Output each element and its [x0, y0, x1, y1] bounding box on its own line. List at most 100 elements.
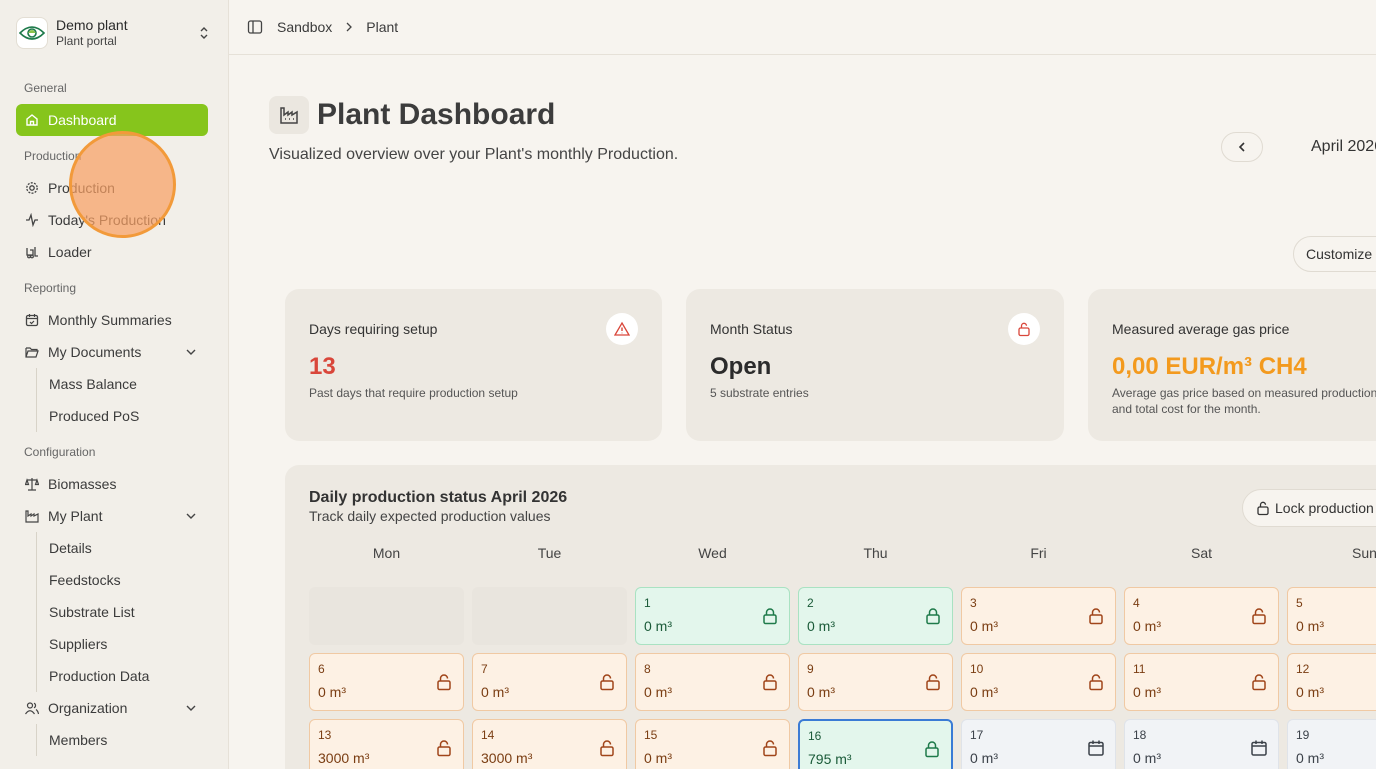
- chevron-left-icon: [1238, 142, 1245, 152]
- day-number: 19: [1296, 728, 1310, 742]
- calendar-empty-cell: [309, 587, 464, 645]
- submenu-line: [36, 532, 37, 692]
- lock-production-label: Lock production: [1275, 500, 1374, 516]
- sidebar-item-biomasses[interactable]: Biomasses: [16, 468, 208, 500]
- unlock-icon: [1250, 607, 1268, 625]
- calendar-day-cell[interactable]: 2 0 m³: [798, 587, 953, 645]
- plant-subtitle: Plant portal: [56, 34, 117, 48]
- calendar-day-cell[interactable]: 1 0 m³: [635, 587, 790, 645]
- users-icon: [24, 700, 40, 716]
- sidebar-item-label: Dashboard: [48, 112, 117, 128]
- previous-month-button[interactable]: [1221, 132, 1263, 162]
- sidebar-item-feedstocks[interactable]: Feedstocks: [41, 564, 201, 596]
- sidebar-item-monthly-summaries[interactable]: Monthly Summaries: [16, 304, 208, 336]
- sidebar-item-production-data[interactable]: Production Data: [41, 660, 201, 692]
- day-production-value: 0 m³: [807, 618, 835, 634]
- factory-icon: [24, 508, 40, 524]
- sidebar-item-mass-balance[interactable]: Mass Balance: [41, 368, 201, 400]
- calendar-day-cell[interactable]: 13 3000 m³: [309, 719, 464, 769]
- calendar-day-cell[interactable]: 5 0 m³: [1287, 587, 1376, 645]
- page-subtitle: Visualized overview over your Plant's mo…: [269, 146, 679, 163]
- calendar-day-cell[interactable]: 17 0 m³: [961, 719, 1116, 769]
- lock-production-button[interactable]: Lock production: [1242, 489, 1376, 527]
- section-reporting: Reporting: [24, 281, 77, 295]
- sidebar-toggle-icon[interactable]: [247, 19, 263, 35]
- sidebar-item-my-documents[interactable]: My Documents: [16, 336, 208, 368]
- day-production-value: 3000 m³: [481, 750, 533, 766]
- sidebar-item-organization[interactable]: Organization: [16, 692, 208, 724]
- section-production: Production: [24, 149, 82, 163]
- sidebar-item-my-plant[interactable]: My Plant: [16, 500, 208, 532]
- unlock-icon: [761, 739, 779, 757]
- cursor-indicator: [69, 131, 176, 238]
- calendar-day-cell[interactable]: 10 0 m³: [961, 653, 1116, 711]
- day-number: 6: [318, 662, 325, 676]
- calendar-day-cell[interactable]: 15 0 m³: [635, 719, 790, 769]
- sidebar-item-details[interactable]: Details: [41, 532, 201, 564]
- calendar-subtitle: Track daily expected production values: [309, 508, 551, 524]
- calendar-day-cell[interactable]: 12 0 m³: [1287, 653, 1376, 711]
- day-production-value: 0 m³: [807, 684, 835, 700]
- card-title: Days requiring setup: [309, 321, 438, 337]
- chevron-down-icon: [186, 513, 196, 519]
- weekday-header: Tue: [537, 545, 562, 561]
- unlock-icon: [435, 673, 453, 691]
- card-month-status: Month Status Open 5 substrate entries: [686, 289, 1064, 441]
- calendar-day-cell[interactable]: 6 0 m³: [309, 653, 464, 711]
- calendar-day-cell[interactable]: 16 795 m³: [798, 719, 953, 769]
- current-month: April 2026: [1311, 138, 1376, 155]
- plant-switcher[interactable]: Demo plant Plant portal: [16, 14, 212, 52]
- calendar-title: Daily production status April 2026: [309, 489, 568, 506]
- day-number: 9: [807, 662, 814, 676]
- calendar-day-cell[interactable]: 8 0 m³: [635, 653, 790, 711]
- day-number: 16: [808, 729, 822, 743]
- day-production-value: 0 m³: [644, 684, 672, 700]
- unlock-icon: [761, 673, 779, 691]
- sidebar-item-suppliers[interactable]: Suppliers: [41, 628, 201, 660]
- calendar-day-cell[interactable]: 18 0 m³: [1124, 719, 1279, 769]
- sidebar-item-loader[interactable]: Loader: [16, 236, 208, 268]
- sidebar-item-label: Monthly Summaries: [48, 312, 172, 328]
- calendar-day-cell[interactable]: 14 3000 m³: [472, 719, 627, 769]
- lock-icon: [923, 740, 941, 758]
- day-number: 8: [644, 662, 651, 676]
- calendar-empty-cell: [472, 587, 627, 645]
- day-number: 15: [644, 728, 658, 742]
- day-production-value: 0 m³: [970, 750, 998, 766]
- day-production-value: 0 m³: [1133, 750, 1161, 766]
- calendar-day-cell[interactable]: 7 0 m³: [472, 653, 627, 711]
- forklift-icon: [24, 244, 40, 260]
- day-number: 13: [318, 728, 332, 742]
- day-production-value: 0 m³: [1296, 618, 1324, 634]
- day-number: 17: [970, 728, 984, 742]
- alert-triangle-icon: [606, 313, 638, 345]
- sidebar-item-produced-pos[interactable]: Produced PoS: [41, 400, 201, 432]
- card-days-setup: Days requiring setup 13 Past days that r…: [285, 289, 662, 441]
- scale-icon: [24, 476, 40, 492]
- day-production-value: 0 m³: [481, 684, 509, 700]
- breadcrumb-sandbox[interactable]: Sandbox: [277, 19, 332, 35]
- calendar-day-cell[interactable]: 3 0 m³: [961, 587, 1116, 645]
- calendar-day-cell[interactable]: 19 0 m³: [1287, 719, 1376, 769]
- day-number: 4: [1133, 596, 1140, 610]
- section-general: General: [24, 81, 67, 95]
- weekday-header: Sun: [1352, 545, 1376, 561]
- day-number: 14: [481, 728, 495, 742]
- card-value: 13: [309, 353, 336, 380]
- sidebar-item-members[interactable]: Members: [41, 724, 201, 756]
- sidebar-item-label: Biomasses: [48, 476, 117, 492]
- unlock-icon: [924, 673, 942, 691]
- sidebar-item-label: Loader: [48, 244, 92, 260]
- day-production-value: 0 m³: [318, 684, 346, 700]
- calendar-day-cell[interactable]: 9 0 m³: [798, 653, 953, 711]
- calendar-day-cell[interactable]: 11 0 m³: [1124, 653, 1279, 711]
- sidebar-item-substrate-list[interactable]: Substrate List: [41, 596, 201, 628]
- customize-button[interactable]: Customize: [1293, 236, 1376, 272]
- calendar-icon: [1087, 739, 1105, 757]
- day-production-value: 0 m³: [970, 684, 998, 700]
- breadcrumb-plant: Plant: [366, 19, 399, 35]
- calendar-day-cell[interactable]: 4 0 m³: [1124, 587, 1279, 645]
- card-title: Month Status: [710, 321, 793, 337]
- calendar-check-icon: [24, 312, 40, 328]
- day-production-value: 0 m³: [644, 750, 672, 766]
